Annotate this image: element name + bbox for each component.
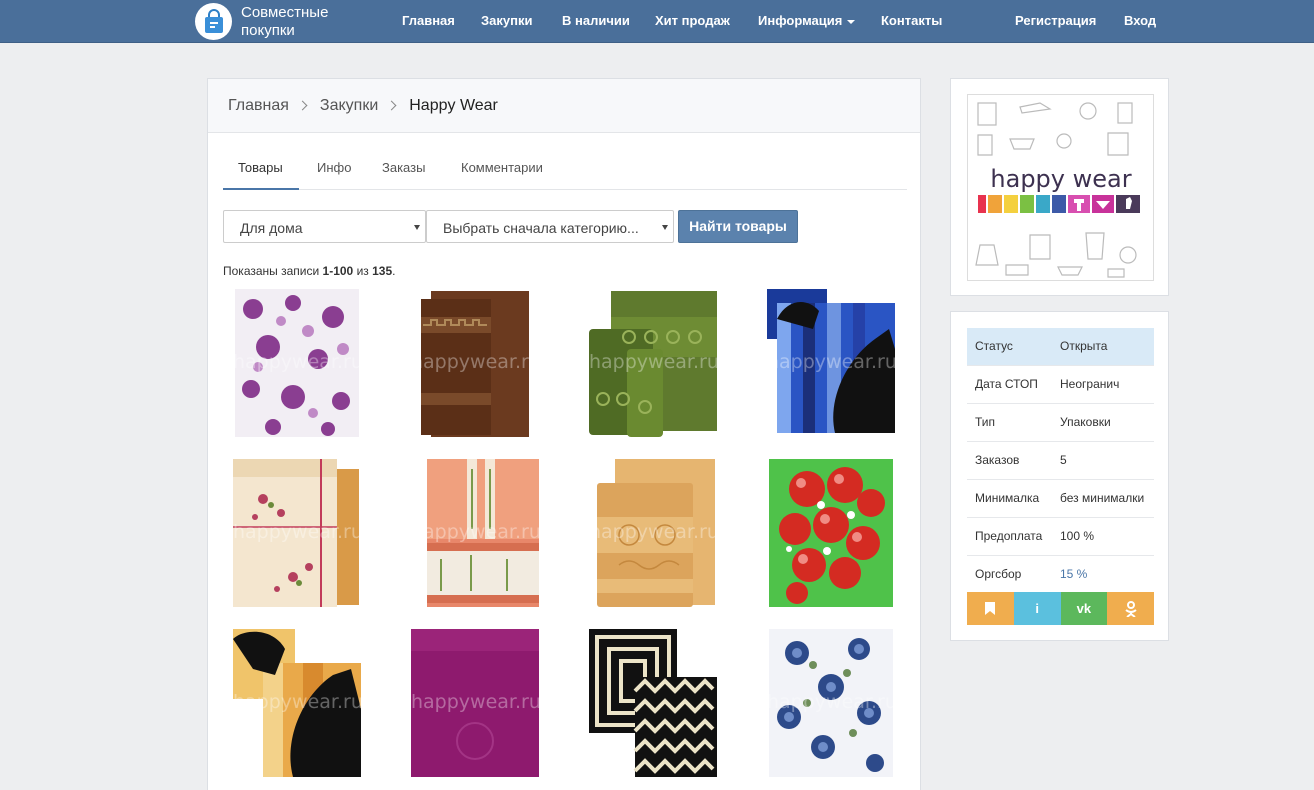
product-card[interactable]: happywear.ru xyxy=(233,459,361,607)
info-row-status: Статус Открыта xyxy=(967,328,1154,366)
info-value: Упаковки xyxy=(1052,403,1154,442)
product-image xyxy=(769,459,893,607)
product-card[interactable]: happywear.ru xyxy=(233,289,361,437)
records-middle: из xyxy=(353,264,373,278)
nav-bestsellers[interactable]: Хит продаж xyxy=(655,13,730,28)
watermark: happywear.ru xyxy=(411,521,539,543)
watermark: happywear.ru xyxy=(233,521,361,543)
product-card[interactable]: happywear.ru xyxy=(767,289,895,437)
clothing-pattern-icon: happy wear xyxy=(975,102,1140,278)
purchase-info-panel: Статус Открыта Дата СТОП Неогранич Тип У… xyxy=(950,311,1169,641)
logo-text: happy wear xyxy=(990,165,1131,193)
purchase-panel: Главная Закупки Happy Wear Товары Инфо З… xyxy=(207,78,921,790)
info-label: Оргсбор xyxy=(967,555,1052,594)
product-card[interactable]: happywear.ru xyxy=(589,289,717,437)
brand[interactable]: Совместные покупки xyxy=(195,3,351,40)
subcategory-select-value: Выбрать сначала категорию... xyxy=(443,220,639,236)
breadcrumb: Главная Закупки Happy Wear xyxy=(208,79,920,133)
nav-in-stock[interactable]: В наличии xyxy=(562,13,630,28)
info-label: Заказов xyxy=(967,441,1052,480)
vk-icon: vk xyxy=(1076,601,1092,616)
breadcrumb-home[interactable]: Главная xyxy=(228,97,289,115)
brand-title[interactable]: Совместные покупки xyxy=(241,4,351,40)
subcategory-select[interactable]: Выбрать сначала категорию... xyxy=(426,210,674,243)
purchase-tabs: Товары Инфо Заказы Комментарии xyxy=(223,159,907,190)
records-total: 135 xyxy=(372,264,393,278)
category-select[interactable]: Для дома xyxy=(223,210,426,243)
watermark: happywear.ru xyxy=(233,351,361,373)
breadcrumb-purchases[interactable]: Закупки xyxy=(320,97,378,115)
info-row-stop-date: Дата СТОП Неогранич xyxy=(967,365,1154,404)
info-row-prepayment: Предоплата 100 % xyxy=(967,517,1154,556)
share-buttons: i vk xyxy=(967,592,1154,625)
happy-wear-logo: happy wear xyxy=(967,94,1154,281)
tab-comments[interactable]: Комментарии xyxy=(461,159,543,190)
product-card[interactable]: happywear.ru xyxy=(767,629,895,777)
tab-orders[interactable]: Заказы xyxy=(382,159,425,190)
product-card[interactable]: happywear.ru xyxy=(233,629,361,777)
product-card[interactable]: happywear.ru xyxy=(411,629,539,777)
info-label: Тип xyxy=(967,403,1052,442)
records-prefix: Показаны записи xyxy=(223,264,323,278)
info-row-type: Тип Упаковки xyxy=(967,403,1154,442)
tab-products[interactable]: Товары xyxy=(223,159,299,190)
info-label: Статус xyxy=(967,328,1052,366)
bookmark-icon xyxy=(985,602,996,615)
info-value: 100 % xyxy=(1052,517,1154,556)
purchase-info-table: Статус Открыта Дата СТОП Неогранич Тип У… xyxy=(967,328,1154,594)
product-card[interactable]: happywear.ru xyxy=(411,459,539,607)
info-value: Неогранич xyxy=(1052,365,1154,404)
info-button[interactable]: i xyxy=(1013,592,1061,625)
info-value: без минималки xyxy=(1052,479,1154,518)
watermark: happywear.ru xyxy=(233,691,361,713)
vk-share-button[interactable]: vk xyxy=(1060,592,1108,625)
info-row-orders: Заказов 5 xyxy=(967,441,1154,480)
top-navbar: Совместные покупки Главная Закупки В нал… xyxy=(0,0,1314,43)
info-row-org-fee: Оргсбор 15 % xyxy=(967,555,1154,594)
category-select-value: Для дома xyxy=(240,220,303,236)
product-card[interactable] xyxy=(767,459,895,607)
watermark: happywear.ru xyxy=(589,521,717,543)
info-label: Минималка xyxy=(967,479,1052,518)
bookmark-button[interactable] xyxy=(967,592,1014,625)
chevron-right-icon xyxy=(386,100,397,111)
watermark: happywear.ru xyxy=(411,691,539,713)
odnoklassniki-icon xyxy=(1125,600,1137,617)
records-range: 1-100 xyxy=(322,264,354,278)
info-label: Предоплата xyxy=(967,517,1052,556)
product-image xyxy=(589,629,717,777)
info-value: Открыта xyxy=(1052,328,1154,366)
shopping-bag-icon xyxy=(195,3,232,40)
watermark: happywear.ru xyxy=(411,351,539,373)
login-link[interactable]: Вход xyxy=(1124,13,1156,28)
breadcrumb-current: Happy Wear xyxy=(409,96,498,114)
register-link[interactable]: Регистрация xyxy=(1015,13,1096,28)
ok-share-button[interactable] xyxy=(1107,592,1154,625)
watermark: happywear.ru xyxy=(767,351,895,373)
caret-down-icon xyxy=(847,19,856,24)
product-card[interactable]: happywear.ru xyxy=(411,289,539,437)
tab-info[interactable]: Инфо xyxy=(317,159,351,190)
info-value: 5 xyxy=(1052,441,1154,480)
nav-information[interactable]: Информация xyxy=(758,13,856,28)
nav-purchases[interactable]: Закупки xyxy=(481,13,532,28)
info-row-minimum: Минималка без минималки xyxy=(967,479,1154,518)
product-card[interactable] xyxy=(589,629,717,777)
watermark: happywear.ru xyxy=(767,691,895,713)
records-suffix: . xyxy=(392,264,396,278)
caret-down-icon xyxy=(414,225,420,230)
nav-information-label: Информация xyxy=(758,13,843,28)
records-count: Показаны записи 1-100 из 135. xyxy=(223,264,395,278)
info-value-link[interactable]: 15 % xyxy=(1052,555,1154,594)
info-label: Дата СТОП xyxy=(967,365,1052,404)
info-icon: i xyxy=(1035,601,1039,616)
nav-contacts[interactable]: Контакты xyxy=(881,13,942,28)
find-products-button[interactable]: Найти товары xyxy=(678,210,798,243)
chevron-right-icon xyxy=(297,100,308,111)
nav-home[interactable]: Главная xyxy=(402,13,455,28)
caret-down-icon xyxy=(662,225,668,230)
product-card[interactable]: happywear.ru xyxy=(589,459,717,607)
watermark: happywear.ru xyxy=(589,351,717,373)
organizer-logo-panel: happy wear xyxy=(950,78,1169,296)
